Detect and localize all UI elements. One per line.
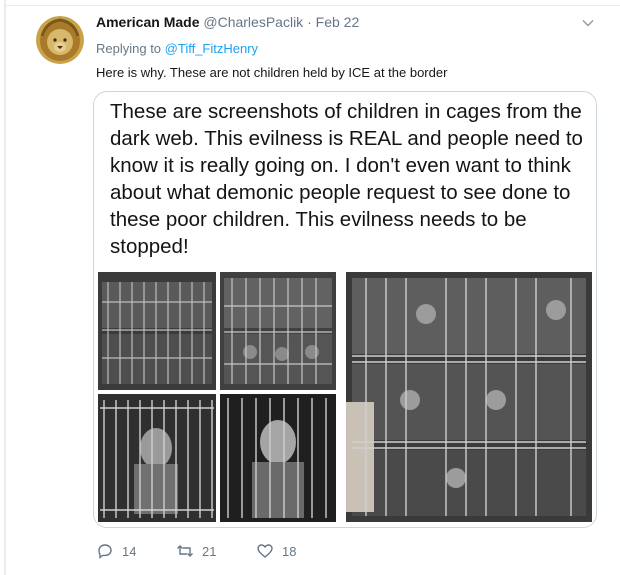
reply-icon bbox=[98, 544, 112, 560]
tweet-date[interactable]: Feb 22 bbox=[316, 14, 360, 30]
tweet: American Made @CharlesPaclik · Feb 22 Re… bbox=[0, 0, 620, 575]
retweet-action[interactable]: 21 bbox=[176, 541, 216, 561]
separator: · bbox=[307, 14, 312, 30]
like-count: 18 bbox=[282, 543, 297, 559]
cage-photo bbox=[98, 394, 216, 522]
author-name[interactable]: American Made bbox=[96, 14, 199, 30]
replying-to-handle[interactable]: @Tiff_FitzHenry bbox=[165, 41, 258, 56]
image-caption: These are screenshots of children in cag… bbox=[110, 100, 583, 258]
tweet-actions: 14 21 18 bbox=[96, 541, 396, 561]
timeline-rule bbox=[4, 0, 6, 575]
cage-photo bbox=[346, 272, 592, 522]
like-action[interactable]: 18 bbox=[256, 541, 296, 561]
cage-photo bbox=[220, 272, 336, 390]
reply-count: 14 bbox=[122, 543, 137, 559]
cage-photo bbox=[98, 272, 216, 390]
cage-photo bbox=[220, 394, 336, 522]
lion-avatar-icon bbox=[36, 16, 84, 64]
tweet-divider bbox=[4, 5, 620, 6]
replying-to: Replying to @Tiff_FitzHenry bbox=[96, 41, 258, 56]
tweet-header: American Made @CharlesPaclik · Feb 22 bbox=[96, 14, 359, 30]
chevron-down-icon[interactable] bbox=[581, 16, 595, 30]
heart-icon bbox=[257, 544, 273, 558]
avatar[interactable] bbox=[36, 16, 84, 64]
reply-action[interactable]: 14 bbox=[96, 541, 136, 561]
replying-to-prefix: Replying to bbox=[96, 41, 162, 56]
tweet-text: Here is why. These are not children held… bbox=[96, 65, 448, 80]
photo-collage bbox=[98, 272, 592, 522]
author-handle[interactable]: @CharlesPaclik bbox=[203, 14, 303, 30]
quoted-image[interactable]: These are screenshots of children in cag… bbox=[93, 91, 597, 528]
retweet-icon bbox=[177, 545, 193, 557]
retweet-count: 21 bbox=[202, 543, 217, 559]
